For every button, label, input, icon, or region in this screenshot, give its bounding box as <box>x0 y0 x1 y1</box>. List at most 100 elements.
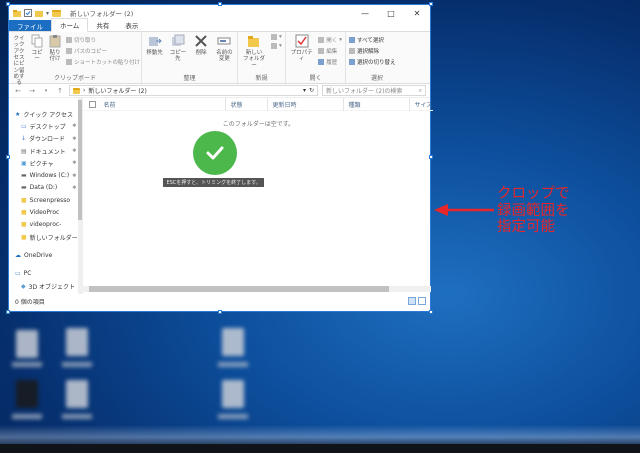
select-all-icon <box>349 37 355 43</box>
large-icons-view-button[interactable] <box>418 297 426 305</box>
select-all-checkbox[interactable] <box>89 100 97 108</box>
annotation-line-3: 指定可能 <box>497 219 555 236</box>
breadcrumb[interactable]: 新しいフォルダー (2) <box>88 86 146 95</box>
address-row: ← → ▾ ↑ › 新しいフォルダー (2) ▾ ↻ 新しいフォルダー (2)の… <box>9 84 430 98</box>
sidebar-item[interactable]: ▬ Data (D:) ✱ <box>9 182 82 194</box>
maximize-button[interactable]: □ <box>378 5 404 21</box>
forward-arrow-icon[interactable]: → <box>27 87 37 95</box>
download-icon: ↓ <box>21 135 27 143</box>
select-none-icon <box>349 48 355 54</box>
pc-icon: ▭ <box>15 270 21 278</box>
crop-confirm-check-icon[interactable] <box>193 131 238 175</box>
sidebar-item[interactable]: ★ クイック アクセス <box>9 108 82 120</box>
open-group-label: 開く <box>309 75 322 82</box>
sidebar-item[interactable]: ▬ Windows (C:) ✱ <box>9 169 82 181</box>
hscroll-thumb[interactable] <box>89 286 390 292</box>
details-view-button[interactable] <box>408 297 416 305</box>
sidebar-item[interactable]: ◆ 3D オブジェクト <box>9 280 82 292</box>
paste-shortcut-icon <box>66 59 72 65</box>
copy-path-button[interactable]: パスのコピー <box>66 47 140 55</box>
crop-handle-top[interactable] <box>218 2 222 6</box>
breadcrumb-separator-icon: › <box>83 87 86 94</box>
quick-access-chevron-icon[interactable]: ▾ <box>46 10 49 17</box>
history-icon <box>318 59 325 65</box>
ribbon-tabs: ファイル ホーム 共有 表示 <box>9 18 430 32</box>
sidebar-item[interactable]: ■ VideoProc <box>9 206 82 218</box>
column-size[interactable]: サイズ <box>409 97 433 111</box>
folder-icon: ■ <box>21 209 27 217</box>
crop-handle-bottom-left[interactable] <box>6 310 10 314</box>
column-name[interactable]: 名前 <box>99 98 225 111</box>
explorer-body: ★ クイック アクセス ▭ デスクトップ ✱ ↓ ダウンロード ✱ ▤ ドキュメント ✱ ▣ ピクチャ ✱… <box>9 97 434 294</box>
crop-hint-toast: ESCを押すと、トリミングを終了します。 <box>163 178 264 187</box>
paste-shortcut-button[interactable]: ショートカットの貼り付け <box>66 58 140 66</box>
sidebar-item[interactable]: ▭ PC <box>9 268 82 280</box>
desktop-shortcut-icon[interactable] <box>222 380 244 408</box>
crop-handle-bottom-right[interactable] <box>429 310 433 314</box>
column-type[interactable]: 種類 <box>343 97 409 111</box>
sidebar-item-label: デスクトップ <box>29 123 66 131</box>
desktop-shortcut-icon[interactable] <box>16 330 38 358</box>
recent-chevron-icon[interactable]: ▾ <box>41 88 51 94</box>
sidebar-item-label: Data (D:) <box>29 184 58 192</box>
new-item-dropdown[interactable]: ▾ <box>271 34 282 40</box>
ribbon-group-select: すべて選択 選択解除 選択の切り替え 選択 <box>346 32 408 83</box>
file-list[interactable]: 名前 状態 更新日時 種類 サイズ このフォルダーは空です。 ESCを押すと、ト… <box>83 97 434 294</box>
picture-icon: ▣ <box>21 159 27 167</box>
easy-access-dropdown[interactable]: ▾ <box>271 43 282 49</box>
sidebar-item[interactable]: ▤ ドキュメント ✱ <box>9 145 82 157</box>
tab-home[interactable]: ホーム <box>51 18 89 32</box>
pinned-icon: ✱ <box>72 172 77 179</box>
close-button[interactable]: ✕ <box>404 5 430 21</box>
desktop-shortcut-icon[interactable] <box>16 380 38 408</box>
tab-share[interactable]: 共有 <box>88 19 117 31</box>
open-icon <box>318 37 325 43</box>
cut-button[interactable]: 切り取り <box>66 36 140 44</box>
crop-handle-top-right[interactable] <box>429 2 433 6</box>
desktop-shortcut-label <box>218 414 248 419</box>
crop-handle-top-left[interactable] <box>6 2 10 6</box>
up-arrow-icon[interactable]: ↑ <box>55 87 65 95</box>
sidebar-item[interactable]: ■ 新しいフォルダー <box>9 231 82 243</box>
sidebar-item[interactable]: ☁ OneDrive <box>9 249 82 261</box>
crop-handle-bottom[interactable] <box>218 310 222 314</box>
desktop-shortcut-icon[interactable] <box>222 328 244 356</box>
minimize-button[interactable]: — <box>352 5 378 21</box>
desktop-shortcut-icon[interactable] <box>66 328 88 356</box>
column-modified[interactable]: 更新日時 <box>267 97 343 111</box>
search-input[interactable]: 新しいフォルダー (2)の検索 ⌕ <box>322 85 426 96</box>
sidebar-item-label: 3D オブジェクト <box>28 283 75 291</box>
folder-title-icon <box>52 9 62 17</box>
sidebar-item[interactable]: ▣ ピクチャ ✱ <box>9 157 82 169</box>
tab-view[interactable]: 表示 <box>117 19 146 31</box>
desktop-shortcut-icon[interactable] <box>66 380 88 408</box>
select-all-button[interactable]: すべて選択 <box>349 36 396 44</box>
history-button[interactable]: 履歴 <box>318 58 342 66</box>
crop-handle-right[interactable] <box>429 155 433 159</box>
sidebar-item[interactable]: ■ Screenpresso <box>9 194 82 206</box>
new-folder-small-icon[interactable] <box>35 9 43 17</box>
window-title: 新しいフォルダー (2) <box>70 10 134 18</box>
nav-scroll-thumb[interactable] <box>78 100 83 220</box>
horizontal-scrollbar[interactable] <box>83 286 432 292</box>
checkmark-properties-icon[interactable] <box>24 9 32 17</box>
sidebar-item-label: VideoProc <box>29 209 60 217</box>
tab-file[interactable]: ファイル <box>9 20 51 31</box>
invert-selection-button[interactable]: 選択の切り替え <box>349 58 396 66</box>
crop-handle-left[interactable] <box>6 155 10 159</box>
sidebar-item[interactable]: ▭ デスクトップ ✱ <box>9 120 82 132</box>
refresh-icon[interactable]: ↻ <box>309 87 314 94</box>
address-dropdown-icon[interactable]: ▾ <box>303 87 306 94</box>
open-button[interactable]: 開く ▾ <box>318 36 342 44</box>
back-arrow-icon[interactable]: ← <box>13 87 23 95</box>
address-bar[interactable]: › 新しいフォルダー (2) ▾ ↻ <box>69 85 318 96</box>
select-none-button[interactable]: 選択解除 <box>349 47 396 55</box>
edit-button[interactable]: 編集 <box>318 47 342 55</box>
folder-icon: ■ <box>21 233 27 241</box>
checkmark-icon <box>206 146 224 160</box>
column-status[interactable]: 状態 <box>225 97 267 111</box>
sidebar-item[interactable]: ↓ ダウンロード ✱ <box>9 133 82 145</box>
sidebar-item[interactable]: ■ videoproc- <box>9 219 82 231</box>
annotation-line-2: 録画範囲を <box>497 202 570 219</box>
nav-scrollbar[interactable] <box>78 98 83 294</box>
